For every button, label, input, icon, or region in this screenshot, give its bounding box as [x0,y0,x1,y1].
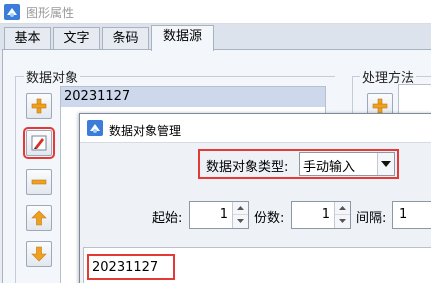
add-icon [31,98,47,114]
dialog-title-bar: 数据对象管理 [80,114,431,143]
caret-down-icon [339,219,346,223]
chevron-down-icon [381,161,391,167]
start-value: 1 [219,207,228,222]
dialog-title: 数据对象管理 [109,124,182,138]
start-stepper-buttons [232,202,248,228]
count-value: 1 [321,207,330,222]
remove-data-object-button[interactable] [26,169,52,195]
move-down-icon [31,246,47,262]
start-increment-button[interactable] [233,202,248,215]
add-icon [372,98,388,114]
count-label: 份数: [254,211,285,226]
caret-up-icon [339,206,346,210]
tab-text[interactable]: 文字 [53,27,100,50]
dropdown-button[interactable] [377,153,394,175]
window-title: 图形属性 [26,6,75,20]
interval-value: 1 [399,207,408,222]
count-decrement-button[interactable] [335,215,350,228]
start-stepper[interactable]: 1 [189,201,249,229]
remove-icon [31,179,47,185]
data-object-manager-dialog: 数据对象管理 数据对象类型: 手动输入 起始: 1 份数: 1 间隔: 1 20… [79,113,431,283]
start-label: 起始: [152,211,183,226]
count-stepper-buttons [334,202,350,228]
move-up-icon [31,210,47,226]
data-object-type-select[interactable]: 手动输入 [299,152,395,176]
dialog-app-icon [87,120,103,136]
add-data-object-button[interactable] [26,93,52,119]
start-decrement-button[interactable] [233,215,248,228]
tab-basic[interactable]: 基本 [4,27,51,50]
data-objects-label: 数据对象 [24,67,81,86]
interval-label: 间隔: [356,211,387,226]
edit-data-object-button[interactable] [23,127,55,159]
count-stepper[interactable]: 1 [291,201,351,229]
move-up-button[interactable] [26,205,52,231]
edit-icon [31,135,47,151]
caret-down-icon [237,219,244,223]
list-item[interactable]: 20231127 [61,87,325,107]
app-properties-icon [4,4,20,20]
tab-barcode[interactable]: 条码 [102,27,149,50]
interval-stepper[interactable]: 1 [392,201,431,229]
caret-up-icon [237,206,244,210]
data-object-type-value: 手动输入 [303,160,356,175]
data-content-value: 20231127 [92,260,159,275]
data-object-type-label: 数据对象类型: [206,160,289,175]
count-increment-button[interactable] [335,202,350,215]
window-title-bar: 图形属性 [0,0,431,24]
move-down-button[interactable] [26,241,52,267]
tab-data-source[interactable]: 数据源 [151,25,214,51]
tab-strip: 基本 文字 条码 数据源 [0,24,431,51]
